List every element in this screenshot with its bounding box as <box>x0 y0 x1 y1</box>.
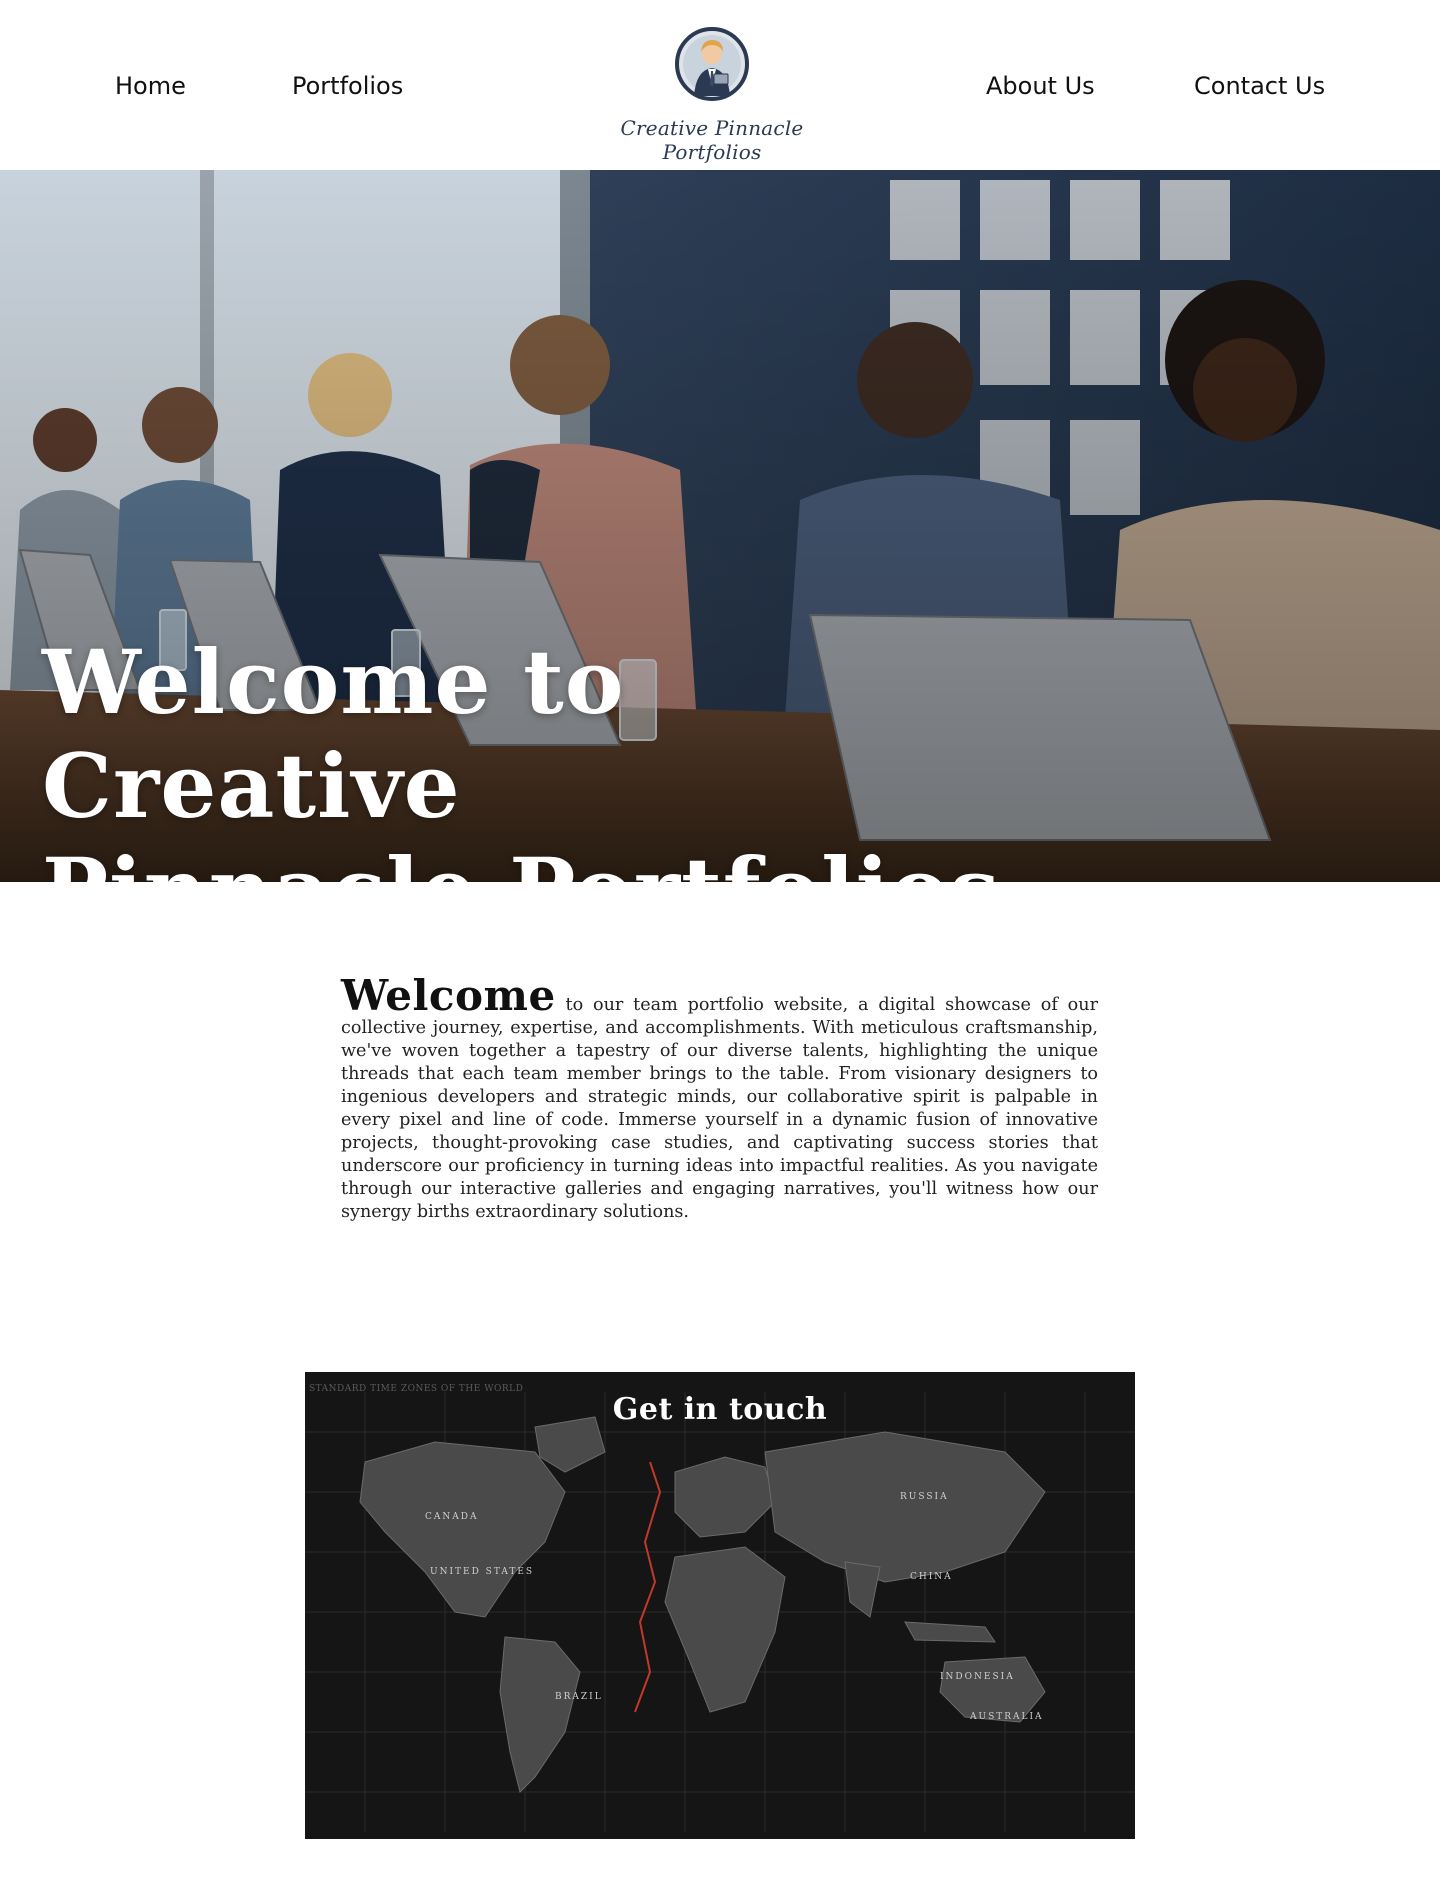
contact-title: Get in touch <box>612 1392 828 1427</box>
hero-title: Welcome to Creative Pinnacle Portfolios <box>42 630 1042 882</box>
welcome-paragraph: Welcome to our team portfolio website, a… <box>341 975 1098 1224</box>
map-label-australia: AUSTRALIA <box>970 1712 1044 1722</box>
hero-banner: Welcome to Creative Pinnacle Portfolios <box>0 170 1440 882</box>
logo-text: Creative Pinnacle Portfolios <box>620 116 804 164</box>
site-logo[interactable]: Creative Pinnacle Portfolios <box>590 20 834 164</box>
map-label-canada: CANADA <box>425 1512 479 1522</box>
world-map-image <box>305 1372 1135 1839</box>
map-label-indonesia: INDONESIA <box>940 1672 1015 1682</box>
contact-section: STANDARD TIME ZONES OF THE WORLD CANADA … <box>305 1372 1135 1839</box>
hero-title-line1: Welcome to Creative <box>42 630 625 838</box>
logo-emblem-icon <box>675 27 749 101</box>
map-label-united-states: UNITED STATES <box>430 1567 535 1577</box>
nav-home-link[interactable]: Home <box>115 72 186 100</box>
welcome-lead: Welcome <box>341 971 556 1020</box>
nav-about-link[interactable]: About Us <box>986 72 1095 100</box>
nav-contact-link[interactable]: Contact Us <box>1194 72 1325 100</box>
hero-title-line2: Pinnacle Portfolios <box>42 838 1000 882</box>
map-label-brazil: BRAZIL <box>555 1692 603 1702</box>
site-header: Home Portfolios Creative Pinnacle Portfo… <box>0 0 1440 170</box>
welcome-body: to our team portfolio website, a digital… <box>341 995 1098 1222</box>
welcome-section: Welcome to our team portfolio website, a… <box>341 975 1098 1224</box>
nav-portfolios-link[interactable]: Portfolios <box>292 72 403 100</box>
map-label-russia: RUSSIA <box>900 1492 949 1502</box>
map-label-china: CHINA <box>910 1572 953 1582</box>
